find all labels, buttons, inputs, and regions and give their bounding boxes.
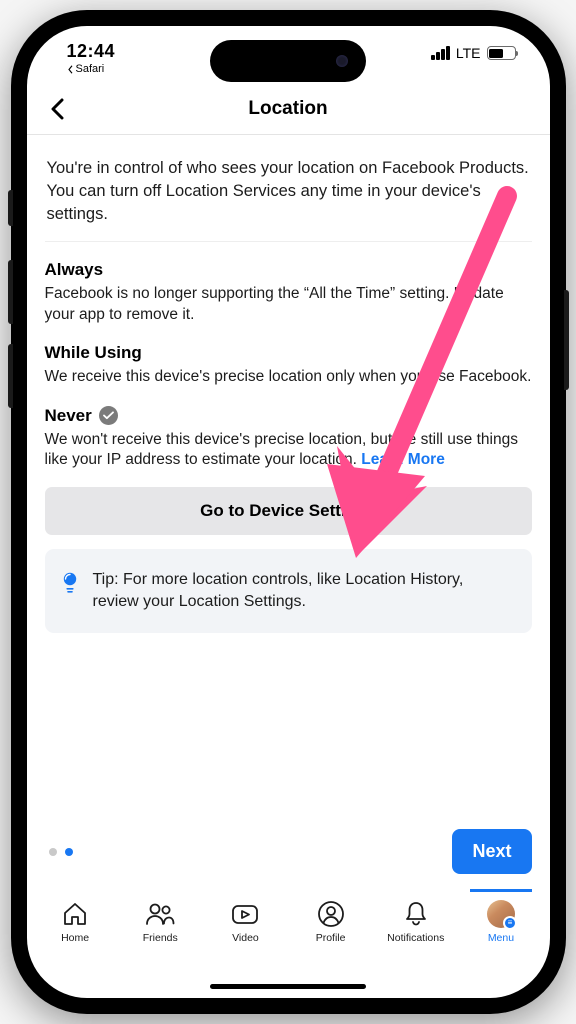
hw-volume-up [8, 260, 13, 324]
menu-badge-icon [503, 916, 517, 930]
option-never: Never We won't receive this device's pre… [45, 388, 532, 471]
back-app-label: Safari [76, 63, 105, 75]
nav-friends[interactable]: Friends [118, 900, 203, 944]
go-to-device-settings-button[interactable]: Go to Device Settings [45, 487, 532, 535]
nav-home[interactable]: Home [33, 900, 118, 944]
nav-menu-label: Menu [488, 932, 514, 944]
checkmark-badge-icon [99, 406, 118, 425]
screen: 12:44 Safari LTE Location You're in cont… [27, 26, 550, 998]
page-dot-1 [49, 848, 57, 856]
cell-signal-icon [431, 46, 450, 60]
next-button[interactable]: Next [452, 829, 531, 874]
nav-home-label: Home [61, 932, 89, 944]
back-button[interactable] [45, 94, 71, 129]
hw-silence-switch [8, 190, 13, 226]
chevron-left-icon [49, 98, 67, 120]
caret-left-icon [67, 65, 74, 74]
home-icon [61, 900, 89, 928]
intro-text: You're in control of who sees your locat… [45, 135, 532, 242]
page-title: Location [248, 98, 327, 120]
nav-notifications[interactable]: Notifications [373, 900, 458, 944]
page-header: Location [27, 88, 550, 135]
nav-profile[interactable]: Profile [288, 900, 373, 944]
nav-profile-label: Profile [316, 932, 346, 944]
option-never-desc: We won't receive this device's precise l… [45, 430, 532, 471]
dynamic-island [210, 40, 366, 82]
learn-more-link[interactable]: Learn More [361, 451, 445, 468]
tip-box: Tip: For more location controls, like Lo… [45, 549, 532, 633]
nav-video[interactable]: Video [203, 900, 288, 944]
camera-dot-icon [336, 55, 348, 67]
video-icon [230, 900, 260, 928]
home-indicator[interactable] [210, 984, 366, 989]
nav-video-label: Video [232, 932, 259, 944]
option-always-title: Always [45, 260, 104, 280]
back-to-safari[interactable]: Safari [67, 63, 116, 75]
nav-friends-label: Friends [143, 932, 178, 944]
friends-icon [144, 900, 176, 928]
bottom-nav: Home Friends Video Profile [27, 890, 550, 964]
hw-power-button [564, 290, 569, 390]
nav-menu[interactable]: Menu [458, 900, 543, 944]
active-tab-indicator [470, 889, 531, 892]
tip-text: Tip: For more location controls, like Lo… [93, 569, 512, 613]
option-always: Always Facebook is no longer supporting … [45, 242, 532, 325]
option-while-using-title: While Using [45, 343, 142, 363]
option-while-using: While Using We receive this device's pre… [45, 325, 532, 387]
bell-icon [403, 900, 429, 928]
network-type-label: LTE [456, 45, 481, 61]
page-dot-2 [65, 848, 73, 856]
option-never-title: Never [45, 406, 92, 426]
nav-notifications-label: Notifications [387, 932, 444, 944]
profile-icon [317, 900, 345, 928]
phone-frame: 12:44 Safari LTE Location You're in cont… [11, 10, 566, 1014]
hw-volume-down [8, 344, 13, 408]
option-always-desc: Facebook is no longer supporting the “Al… [45, 284, 532, 325]
avatar-icon [487, 900, 515, 928]
pagination-dots [49, 848, 73, 856]
lightbulb-icon [61, 571, 79, 595]
status-time: 12:44 [67, 42, 116, 60]
battery-icon [487, 46, 516, 60]
option-while-using-desc: We receive this device's precise locatio… [45, 367, 532, 387]
